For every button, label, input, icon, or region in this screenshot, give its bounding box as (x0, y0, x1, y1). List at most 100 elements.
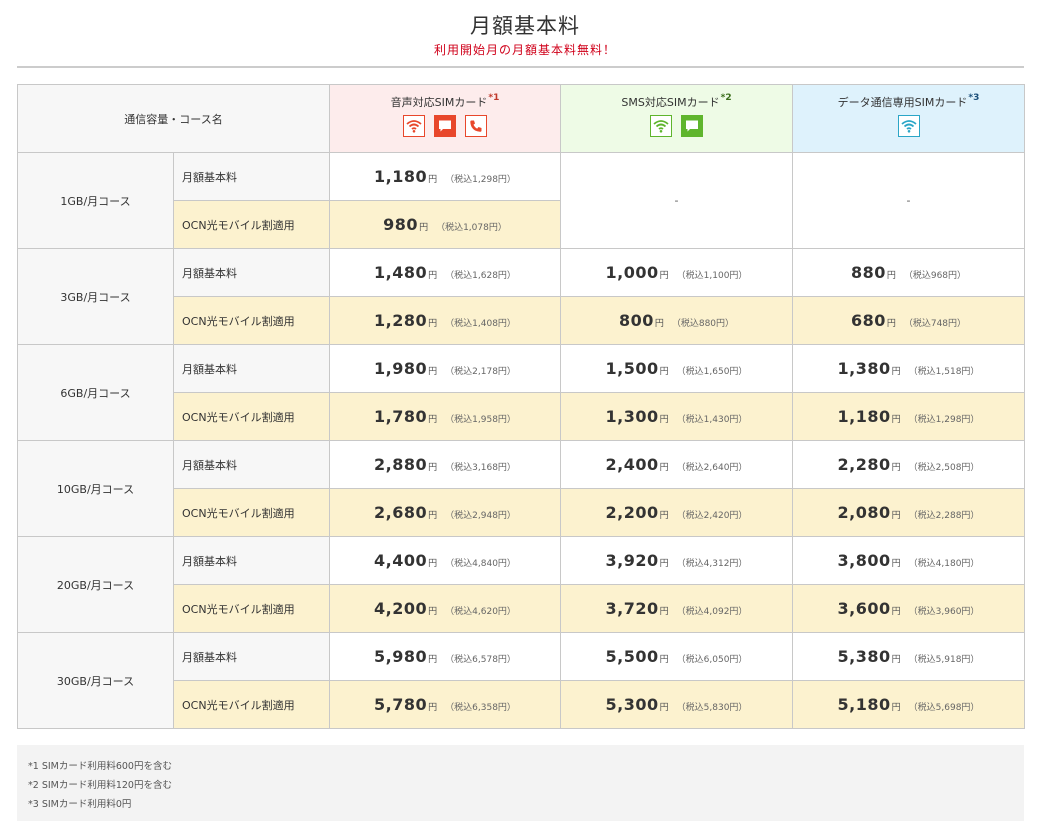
price-tax-included: （税込2,948円） (445, 511, 516, 521)
price-value: 1,500 (605, 359, 659, 378)
footnote-mark: *1 (488, 93, 500, 103)
price-cell: 1,480円 （税込1,628円） (329, 248, 561, 297)
price-unit: 円 (428, 175, 438, 185)
course-name: 20GB/月コース (17, 536, 174, 633)
course-name: 6GB/月コース (17, 344, 174, 441)
price-unit: 円 (659, 415, 669, 425)
course-name: 10GB/月コース (17, 440, 174, 537)
price-tax-included: （税込1,100円） (676, 271, 748, 281)
column-icons (793, 115, 1024, 137)
price-value: 880 (850, 263, 886, 282)
price-unit: 円 (419, 223, 429, 233)
price-tax-included: （税込5,918円） (908, 655, 980, 665)
price-unit: 円 (428, 703, 438, 713)
price-value: 5,500 (605, 647, 659, 666)
price-cell: 1,180円 （税込1,298円） (792, 392, 1025, 441)
price-value: 680 (850, 311, 886, 330)
footnotes: *1 SIMカード利用料600円を含む *2 SIMカード利用料120円を含む … (17, 745, 1024, 821)
message-icon (681, 115, 703, 137)
row-label-discount: OCN光モバイル割適用 (173, 296, 330, 345)
table-row: 20GB/月コース 月額基本料 4,400円 （税込4,840円） 3,920円 （税込4… (17, 536, 1025, 633)
price-cell: 2,200円 （税込2,420円） (560, 488, 793, 537)
price-cell: 680円 （税込748円） (792, 296, 1025, 345)
row-label-discount: OCN光モバイル割適用 (173, 200, 330, 249)
unavailable-cell: - (560, 152, 793, 249)
price-unit: 円 (886, 271, 896, 281)
price-tax-included: （税込2,178円） (445, 367, 516, 377)
price-value: 3,600 (837, 599, 891, 618)
phone-icon (465, 115, 487, 137)
price-unit: 円 (428, 463, 438, 473)
price-cell: 1,000円 （税込1,100円） (560, 248, 793, 297)
course-name: 1GB/月コース (17, 152, 174, 249)
price-cell: 3,600円 （税込3,960円） (792, 584, 1025, 633)
row-label-discount: OCN光モバイル割適用 (173, 392, 330, 441)
row-label-base: 月額基本料 (173, 536, 330, 585)
table-row: 6GB/月コース 月額基本料 1,980円 （税込2,178円） 1,500円 （税込1,… (17, 344, 1025, 441)
header-divider (17, 66, 1024, 68)
price-cell: 5,500円 （税込6,050円） (560, 632, 793, 681)
price-tax-included: （税込1,298円） (908, 415, 980, 425)
price-unit: 円 (659, 511, 669, 521)
table-header-row: 通信容量・コース名 音声対応SIMカード*1 SMS対応SIMカード*2 データ… (17, 84, 1025, 153)
price-tax-included: （税込968円） (903, 271, 967, 281)
price-tax-included: （税込1,628円） (445, 271, 516, 281)
price-tax-included: （税込6,358円） (445, 703, 516, 713)
price-cell: 5,180円 （税込5,698円） (792, 680, 1025, 729)
price-value: 2,280 (837, 455, 891, 474)
course-name: 3GB/月コース (17, 248, 174, 345)
price-value: 1,180 (374, 167, 428, 186)
price-unit: 円 (891, 559, 901, 569)
price-tax-included: （税込1,078円） (436, 223, 507, 233)
price-value: 1,480 (374, 263, 428, 282)
footnote-1: *1 SIMカード利用料600円を含む (28, 761, 172, 772)
price-cell: 3,800円 （税込4,180円） (792, 536, 1025, 585)
price-value: 2,200 (605, 503, 659, 522)
price-unit: 円 (428, 415, 438, 425)
price-value: 5,780 (374, 695, 428, 714)
price-tax-included: （税込880円） (671, 319, 735, 329)
price-cell: 1,780円 （税込1,958円） (329, 392, 561, 441)
message-icon (434, 115, 456, 137)
price-unit: 円 (428, 319, 438, 329)
price-value: 1,300 (605, 407, 659, 426)
price-unit: 円 (428, 607, 438, 617)
price-unit: 円 (891, 463, 901, 473)
row-label-base: 月額基本料 (173, 152, 330, 201)
column-name: SMS対応SIMカード (621, 96, 720, 109)
unavailable-cell: - (792, 152, 1025, 249)
price-cell: 1,500円 （税込1,650円） (560, 344, 793, 393)
column-name: 音声対応SIMカード (390, 96, 488, 109)
price-value: 2,880 (374, 455, 428, 474)
row-label-discount: OCN光モバイル割適用 (173, 488, 330, 537)
row-label-base: 月額基本料 (173, 440, 330, 489)
price-tax-included: （税込1,518円） (908, 367, 980, 377)
price-unit: 円 (659, 367, 669, 377)
price-tax-included: （税込4,180円） (908, 559, 980, 569)
price-unit: 円 (659, 271, 669, 281)
price-cell: 4,200円 （税込4,620円） (329, 584, 561, 633)
row-label-base: 月額基本料 (173, 632, 330, 681)
column-icons (330, 115, 560, 137)
price-cell: 2,400円 （税込2,640円） (560, 440, 793, 489)
page-title: 月額基本料 (470, 14, 580, 38)
price-tax-included: （税込2,420円） (676, 511, 748, 521)
price-tax-included: （税込6,578円） (445, 655, 516, 665)
price-cell: 1,380円 （税込1,518円） (792, 344, 1025, 393)
price-cell: 800円 （税込880円） (560, 296, 793, 345)
pricing-table: 通信容量・コース名 音声対応SIMカード*1 SMS対応SIMカード*2 データ… (17, 84, 1025, 729)
price-value: 980 (383, 215, 419, 234)
price-value: 3,920 (605, 551, 659, 570)
price-value: 5,180 (837, 695, 891, 714)
column-header-sms-sim: SMS対応SIMカード*2 (560, 84, 793, 153)
price-unit: 円 (428, 559, 438, 569)
footnote-2: *2 SIMカード利用料120円を含む (28, 780, 172, 791)
table-row: 10GB/月コース 月額基本料 2,880円 （税込3,168円） 2,400円 （税込2… (17, 440, 1025, 537)
price-cell: 2,080円 （税込2,288円） (792, 488, 1025, 537)
price-tax-included: （税込1,650円） (676, 367, 748, 377)
price-unit: 円 (428, 511, 438, 521)
price-value: 2,080 (837, 503, 891, 522)
wifi-icon (403, 115, 425, 137)
price-tax-included: （税込1,408円） (445, 319, 516, 329)
price-value: 1,780 (374, 407, 428, 426)
